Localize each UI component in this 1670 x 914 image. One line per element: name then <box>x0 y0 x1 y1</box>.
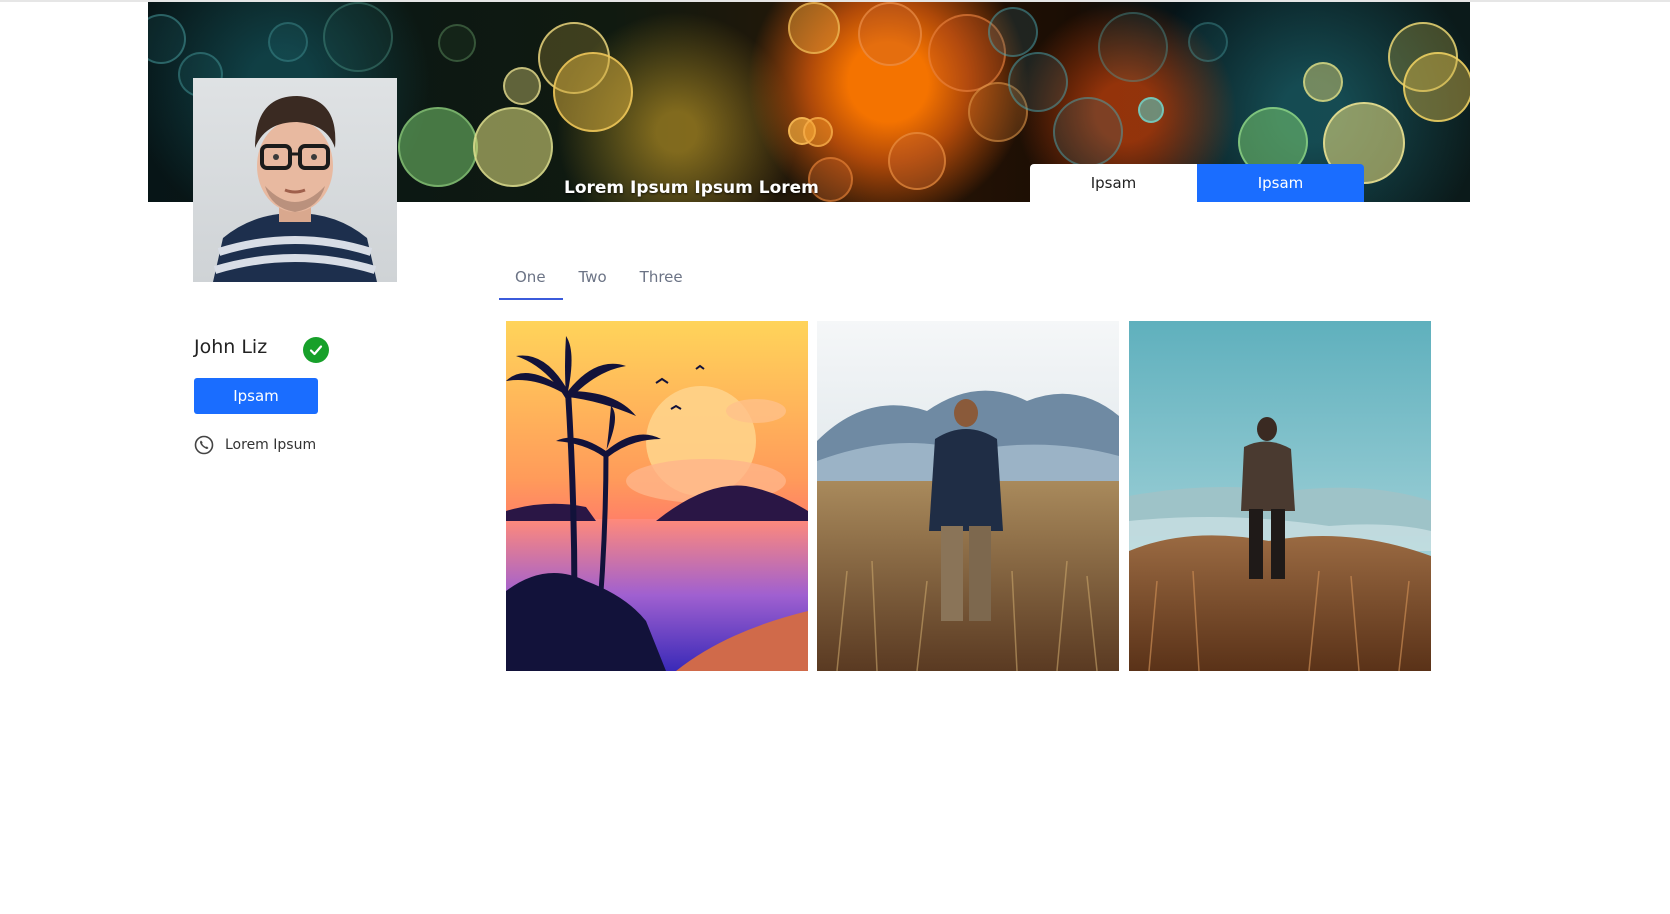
man-in-field-mountains-photo <box>817 321 1119 671</box>
phone-icon <box>194 435 214 455</box>
cover-title: Lorem Ipsum Ipsum Lorem <box>564 178 819 198</box>
tab-two[interactable]: Two <box>563 262 624 298</box>
gallery-image-hill[interactable] <box>1129 321 1431 671</box>
verified-check-icon <box>303 337 329 363</box>
contact-label: Lorem Ipsum <box>225 437 317 453</box>
sunset-palms-illustration <box>506 321 808 671</box>
avatar-portrait <box>213 96 377 282</box>
man-on-hill-valley-photo <box>1129 321 1431 671</box>
profile-name: John Liz <box>194 336 268 358</box>
cover-tab-group: Ipsam Ipsam <box>1030 164 1364 202</box>
gallery-image-field[interactable] <box>817 321 1119 671</box>
content-tabs: One Two Three <box>499 262 700 300</box>
tab-three[interactable]: Three <box>624 262 700 298</box>
profile-action-button[interactable]: Ipsam <box>194 378 318 414</box>
cover-tab-1[interactable]: Ipsam <box>1030 164 1197 202</box>
contact-info: Lorem Ipsum <box>194 435 316 455</box>
tab-one[interactable]: One <box>499 262 563 300</box>
cover-tab-2[interactable]: Ipsam <box>1197 164 1364 202</box>
avatar <box>193 78 397 282</box>
gallery-image-sunset[interactable] <box>506 321 808 671</box>
